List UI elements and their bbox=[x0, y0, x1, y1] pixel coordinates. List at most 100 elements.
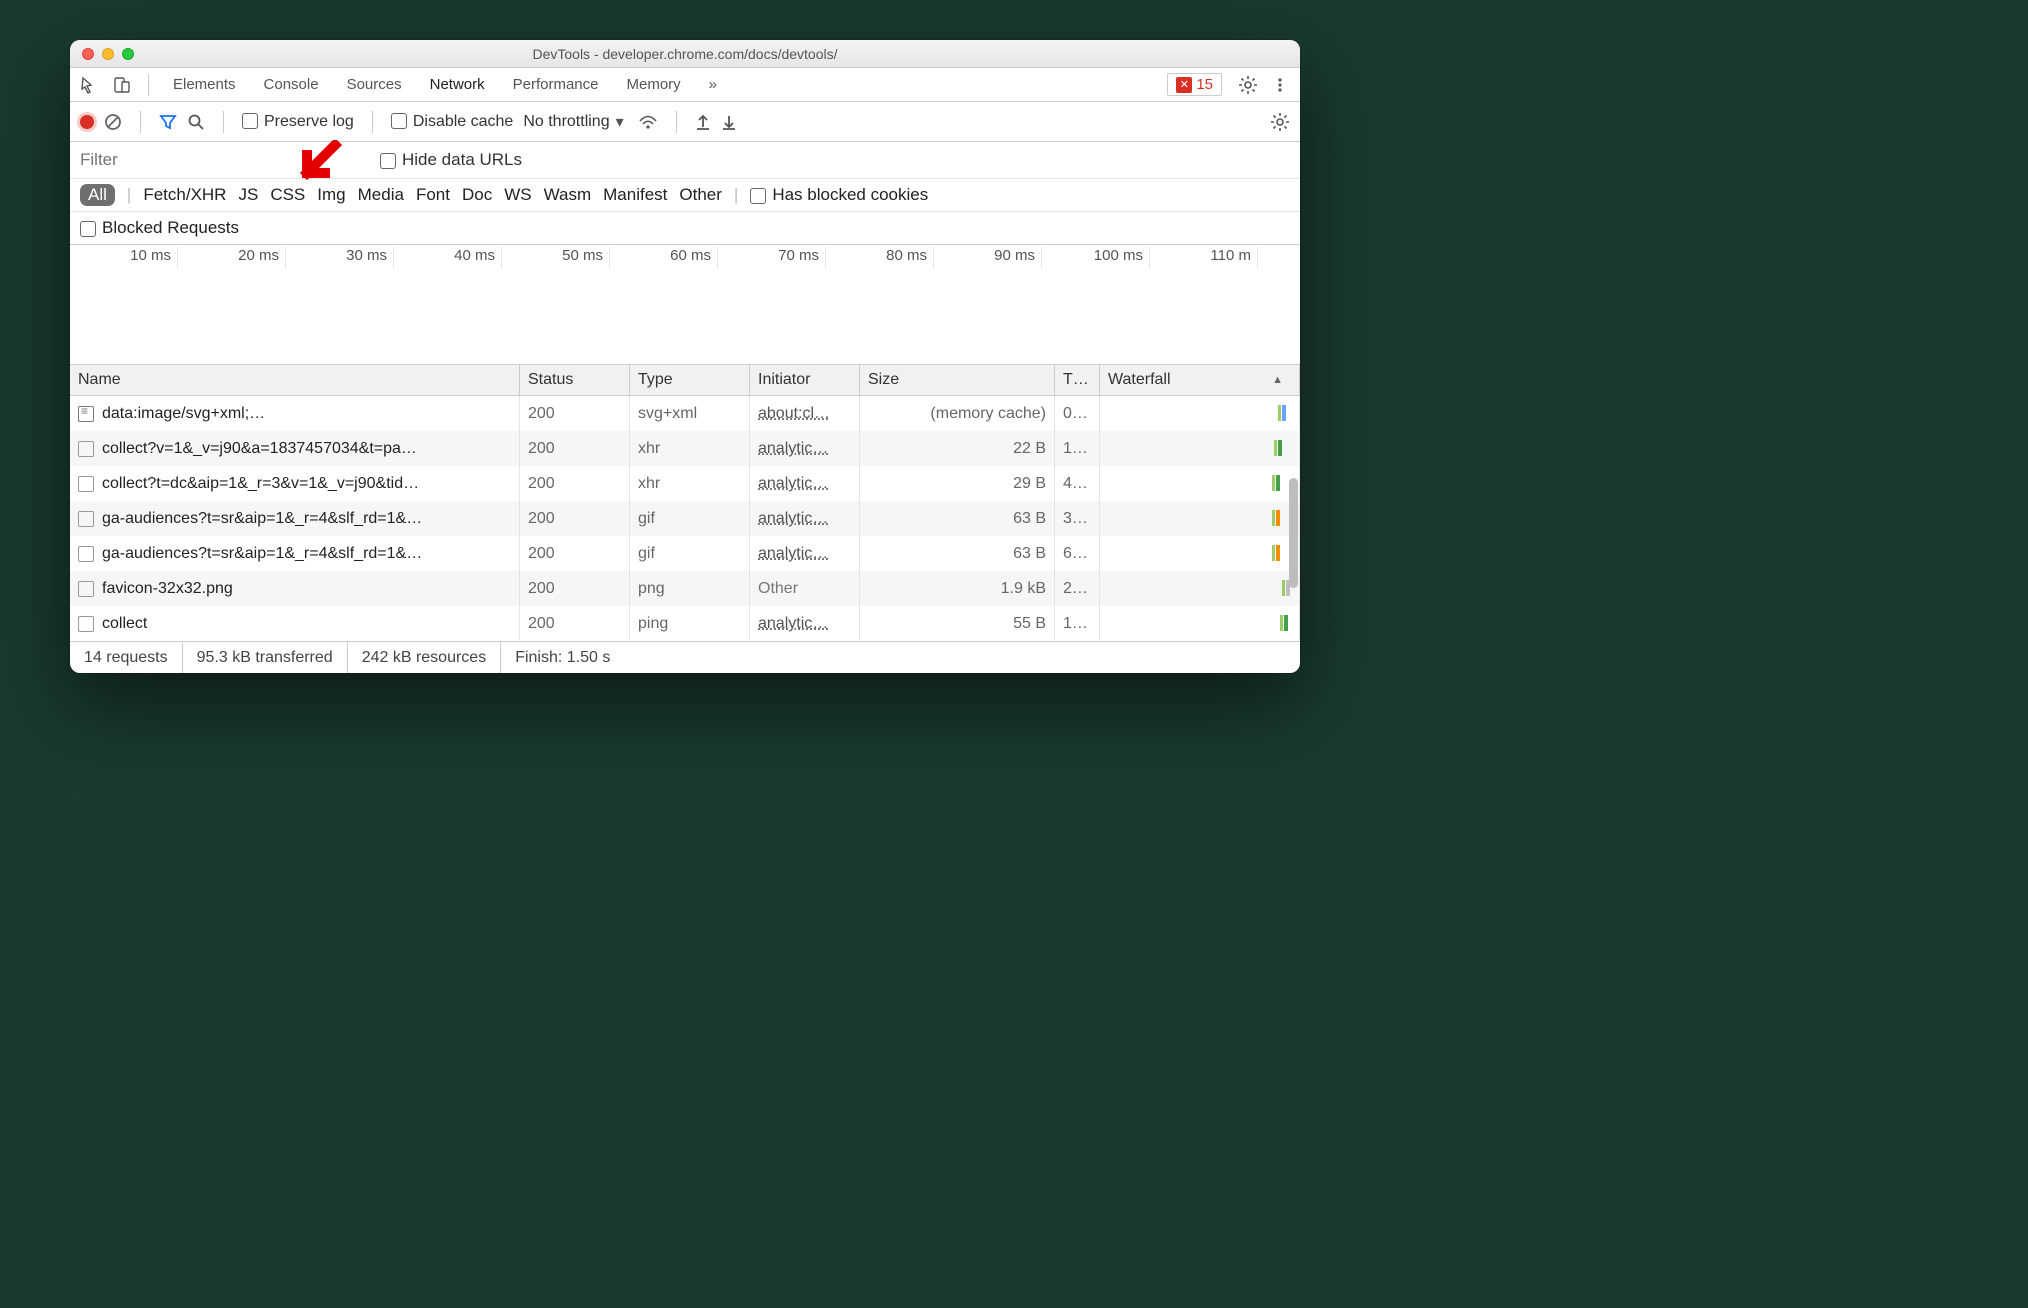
col-size[interactable]: Size bbox=[860, 365, 1055, 395]
tab-console[interactable]: Console bbox=[252, 70, 331, 99]
throttling-select[interactable]: No throttling ▾ bbox=[523, 112, 627, 132]
status-transferred: 95.3 kB transferred bbox=[183, 642, 348, 673]
blocked-requests-checkbox[interactable]: Blocked Requests bbox=[80, 218, 239, 237]
chevron-down-icon: ▾ bbox=[616, 112, 624, 132]
tab-sources[interactable]: Sources bbox=[335, 70, 414, 99]
clear-button[interactable] bbox=[104, 113, 122, 131]
gear-icon[interactable] bbox=[1234, 71, 1262, 99]
request-size: 63 B bbox=[860, 501, 1055, 536]
status-requests: 14 requests bbox=[70, 642, 183, 673]
file-icon bbox=[78, 616, 94, 632]
request-name: data:image/svg+xml;… bbox=[102, 405, 265, 423]
file-icon bbox=[78, 406, 94, 422]
request-time: 3… bbox=[1055, 501, 1100, 536]
timeline-ticks: 10 ms 20 ms 30 ms 40 ms 50 ms 60 ms 70 m… bbox=[70, 245, 1300, 269]
request-name: ga-audiences?t=sr&aip=1&_r=4&slf_rd=1&… bbox=[102, 510, 422, 528]
filter-input[interactable] bbox=[80, 148, 360, 172]
table-row[interactable]: favicon-32x32.png200pngOther1.9 kB2… bbox=[70, 571, 1300, 606]
request-size: 1.9 kB bbox=[860, 571, 1055, 606]
col-status[interactable]: Status bbox=[520, 365, 630, 395]
device-toggle-icon[interactable] bbox=[108, 71, 136, 99]
request-time: 1… bbox=[1055, 606, 1100, 641]
type-doc[interactable]: Doc bbox=[462, 185, 492, 205]
tab-network[interactable]: Network bbox=[418, 70, 497, 99]
has-blocked-cookies-checkbox[interactable]: Has blocked cookies bbox=[750, 185, 928, 205]
col-type[interactable]: Type bbox=[630, 365, 750, 395]
filter-toggle-icon[interactable] bbox=[159, 113, 177, 131]
titlebar: DevTools - developer.chrome.com/docs/dev… bbox=[70, 40, 1300, 68]
request-initiator[interactable]: Other bbox=[750, 571, 860, 606]
request-initiator[interactable]: analytic… bbox=[750, 536, 860, 571]
request-type: png bbox=[630, 571, 750, 606]
type-media[interactable]: Media bbox=[358, 185, 404, 205]
type-fetchxhr[interactable]: Fetch/XHR bbox=[143, 185, 226, 205]
separator bbox=[148, 74, 149, 96]
request-name: favicon-32x32.png bbox=[102, 580, 233, 598]
blocked-requests-row: Blocked Requests bbox=[70, 212, 1300, 245]
request-initiator[interactable]: analytic… bbox=[750, 431, 860, 466]
request-type: gif bbox=[630, 501, 750, 536]
window-title: DevTools - developer.chrome.com/docs/dev… bbox=[70, 46, 1300, 62]
vertical-scrollbar[interactable] bbox=[1289, 478, 1298, 588]
table-row[interactable]: collect?v=1&_v=j90&a=1837457034&t=pa…200… bbox=[70, 431, 1300, 466]
request-initiator[interactable]: analytic… bbox=[750, 606, 860, 641]
request-status: 200 bbox=[520, 466, 630, 501]
type-js[interactable]: JS bbox=[238, 185, 258, 205]
request-type: gif bbox=[630, 536, 750, 571]
request-time: 0… bbox=[1055, 396, 1100, 431]
request-type: xhr bbox=[630, 431, 750, 466]
tab-memory[interactable]: Memory bbox=[615, 70, 693, 99]
table-row[interactable]: collect200pinganalytic…55 B1… bbox=[70, 606, 1300, 641]
error-count: 15 bbox=[1196, 76, 1213, 93]
waterfall-cell bbox=[1100, 536, 1300, 571]
type-all[interactable]: All bbox=[80, 184, 115, 206]
file-icon bbox=[78, 476, 94, 492]
network-settings-icon[interactable] bbox=[1270, 112, 1290, 132]
type-ws[interactable]: WS bbox=[504, 185, 531, 205]
export-har-icon[interactable] bbox=[721, 113, 737, 131]
kebab-icon[interactable] bbox=[1266, 71, 1294, 99]
table-row[interactable]: data:image/svg+xml;…200svg+xmlabout:cl…(… bbox=[70, 396, 1300, 431]
type-wasm[interactable]: Wasm bbox=[544, 185, 592, 205]
error-count-badge[interactable]: ✕ 15 bbox=[1167, 73, 1222, 96]
search-icon[interactable] bbox=[187, 113, 205, 131]
timeline-overview[interactable]: 10 ms 20 ms 30 ms 40 ms 50 ms 60 ms 70 m… bbox=[70, 245, 1300, 365]
record-button[interactable] bbox=[80, 115, 94, 129]
hide-data-urls-checkbox[interactable]: Hide data URLs bbox=[380, 150, 522, 170]
col-name[interactable]: Name bbox=[70, 365, 520, 395]
request-time: 4… bbox=[1055, 466, 1100, 501]
type-img[interactable]: Img bbox=[317, 185, 345, 205]
inspect-icon[interactable] bbox=[76, 71, 104, 99]
type-other[interactable]: Other bbox=[679, 185, 722, 205]
network-toolbar: Preserve log Disable cache No throttling… bbox=[70, 102, 1300, 142]
import-har-icon[interactable] bbox=[695, 113, 711, 131]
type-font[interactable]: Font bbox=[416, 185, 450, 205]
table-row[interactable]: ga-audiences?t=sr&aip=1&_r=4&slf_rd=1&…2… bbox=[70, 536, 1300, 571]
preserve-log-checkbox[interactable]: Preserve log bbox=[242, 113, 354, 131]
waterfall-cell bbox=[1100, 396, 1300, 431]
request-size: (memory cache) bbox=[860, 396, 1055, 431]
disable-cache-checkbox[interactable]: Disable cache bbox=[391, 113, 514, 131]
separator bbox=[676, 111, 677, 133]
table-row[interactable]: ga-audiences?t=sr&aip=1&_r=4&slf_rd=1&…2… bbox=[70, 501, 1300, 536]
network-conditions-icon[interactable] bbox=[638, 114, 658, 130]
error-icon: ✕ bbox=[1176, 77, 1192, 93]
request-initiator[interactable]: analytic… bbox=[750, 501, 860, 536]
status-bar: 14 requests 95.3 kB transferred 242 kB r… bbox=[70, 641, 1300, 673]
col-initiator[interactable]: Initiator bbox=[750, 365, 860, 395]
separator bbox=[372, 111, 373, 133]
waterfall-cell bbox=[1100, 431, 1300, 466]
type-css[interactable]: CSS bbox=[270, 185, 305, 205]
request-name: collect bbox=[102, 615, 147, 633]
col-waterfall[interactable]: Waterfall ▲ bbox=[1100, 365, 1300, 395]
waterfall-cell bbox=[1100, 466, 1300, 501]
tab-more[interactable]: » bbox=[697, 70, 729, 99]
tab-performance[interactable]: Performance bbox=[501, 70, 611, 99]
request-initiator[interactable]: analytic… bbox=[750, 466, 860, 501]
tab-elements[interactable]: Elements bbox=[161, 70, 248, 99]
request-initiator[interactable]: about:cl… bbox=[750, 396, 860, 431]
col-time[interactable]: T… bbox=[1055, 365, 1100, 395]
table-row[interactable]: collect?t=dc&aip=1&_r=3&v=1&_v=j90&tid…2… bbox=[70, 466, 1300, 501]
request-time: 1… bbox=[1055, 431, 1100, 466]
type-manifest[interactable]: Manifest bbox=[603, 185, 667, 205]
